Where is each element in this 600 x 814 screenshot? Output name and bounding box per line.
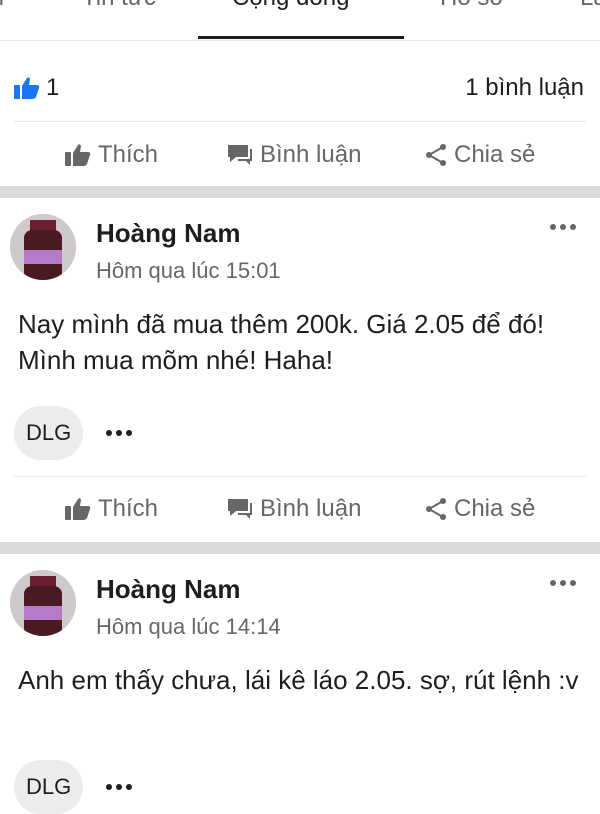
author-name[interactable]: Hoàng Nam [96,218,240,249]
share-label: Chia sẻ [454,141,536,168]
tab-more[interactable]: La [580,0,600,12]
post-separator [0,186,600,198]
like-label: Thích [98,141,159,168]
more-options-icon[interactable] [548,222,578,232]
divider [14,121,586,122]
tab-news[interactable]: Tin tức [82,0,156,12]
share-icon [426,498,446,520]
post-text: Nay mình đã mua thêm 200k. Giá 2.05 để đ… [18,309,545,375]
post-actions: Thích Bình luận Chia sẻ [0,130,600,180]
tab-partial: ı [0,0,5,12]
tag-more-icon[interactable] [104,782,134,792]
comment-button[interactable]: Bình luận [226,130,361,180]
like-button[interactable]: Thích [64,130,158,180]
like-icon [14,77,40,99]
tag-more-icon[interactable] [104,428,134,438]
post-separator [0,542,600,554]
reaction-summary: 1 1 bình luận [0,66,600,110]
comment-label: Bình luận [260,141,362,168]
comment-label: Bình luận [260,495,362,522]
thumbs-up-icon [65,498,91,520]
post-time[interactable]: Hôm qua lúc 15:01 [96,258,281,284]
active-tab-indicator [198,36,404,39]
stock-tag-label: DLG [26,774,72,799]
share-button[interactable]: Chia sẻ [424,130,535,180]
like-label: Thích [98,495,159,522]
avatar[interactable] [10,570,76,636]
author-name[interactable]: Hoàng Nam [96,574,240,605]
stock-tag[interactable]: DLG [14,760,84,814]
share-button[interactable]: Chia sẻ [424,484,535,534]
avatar[interactable] [10,214,76,280]
stock-tag-label: DLG [26,420,72,445]
more-options-icon[interactable] [548,578,578,588]
top-tab-bar: ı Tin tức Cộng đồng Hồ sơ La [0,0,600,41]
like-button[interactable]: Thích [64,484,158,534]
like-count[interactable]: 1 [46,74,59,102]
comment-button[interactable]: Bình luận [226,484,361,534]
post-text: Anh em thấy chưa, lái kê láo 2.05. sợ, r… [18,665,579,695]
share-label: Chia sẻ [454,495,536,522]
comment-count[interactable]: 1 bình luận [465,74,584,102]
share-icon [426,144,446,166]
post-actions: Thích Bình luận Chia sẻ [0,484,600,534]
tab-profile[interactable]: Hồ sơ [440,0,505,12]
post-time[interactable]: Hôm qua lúc 14:14 [96,614,281,640]
post-card: Hoàng Nam Hôm qua lúc 15:01 Nay mình đã … [0,198,600,542]
divider [14,476,586,477]
comment-icon [228,145,252,165]
tab-community[interactable]: Cộng đồng [232,0,349,12]
post-card: Hoàng Nam Hôm qua lúc 14:14 Anh em thấy … [0,554,600,814]
thumbs-up-icon [65,144,91,166]
stock-tag[interactable]: DLG [14,406,84,460]
comment-icon [228,499,252,519]
